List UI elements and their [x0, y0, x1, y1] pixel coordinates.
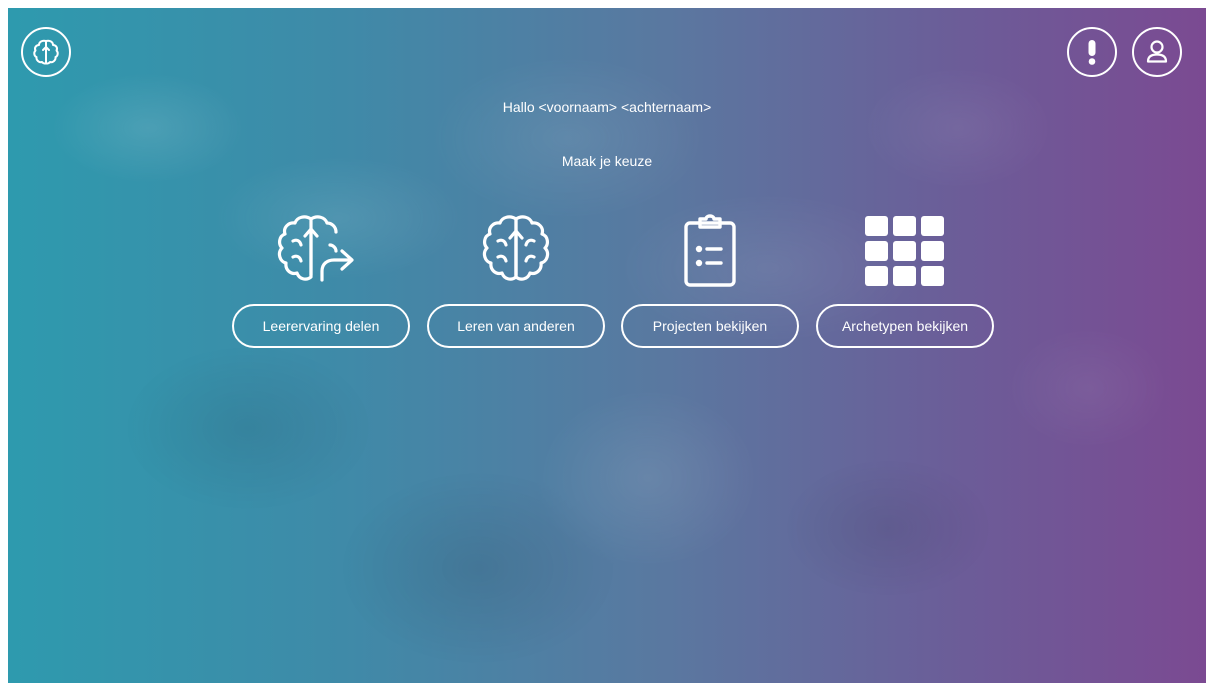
share-experience-button[interactable]: Leerervaring delen — [232, 304, 410, 348]
option-view-projects: Projecten bekijken — [621, 211, 799, 348]
app-screen: Hallo <voornaam> <achternaam> Maak je ke… — [8, 8, 1206, 683]
brain-share-icon[interactable] — [275, 213, 367, 289]
learn-from-others-button[interactable]: Leren van anderen — [427, 304, 605, 348]
clipboard-list-icon[interactable] — [680, 213, 740, 289]
greeting-text: Hallo <voornaam> <achternaam> — [502, 99, 712, 115]
options-row: Leerervaring delen Leren van anderen Pro… — [8, 211, 1206, 371]
view-archetypes-button[interactable]: Archetypen bekijken — [816, 304, 994, 348]
option-icon-wrap — [680, 211, 740, 291]
profile-button[interactable] — [1132, 27, 1182, 77]
exclamation-icon — [1088, 40, 1096, 65]
brain-icon[interactable] — [476, 213, 556, 289]
option-view-archetypes: Archetypen bekijken — [816, 211, 994, 348]
choice-prompt: Maak je keuze — [561, 153, 653, 169]
option-share-experience: Leerervaring delen — [232, 211, 410, 348]
brain-logo-icon — [33, 39, 59, 65]
user-icon — [1146, 40, 1168, 63]
view-projects-button[interactable]: Projecten bekijken — [621, 304, 799, 348]
notifications-button[interactable] — [1067, 27, 1117, 77]
option-icon-wrap — [863, 211, 947, 291]
home-logo-button[interactable] — [21, 27, 71, 77]
option-learn-from-others: Leren van anderen — [427, 211, 605, 348]
option-icon-wrap — [476, 211, 556, 291]
grid-icon[interactable] — [863, 214, 947, 288]
option-icon-wrap — [275, 211, 367, 291]
